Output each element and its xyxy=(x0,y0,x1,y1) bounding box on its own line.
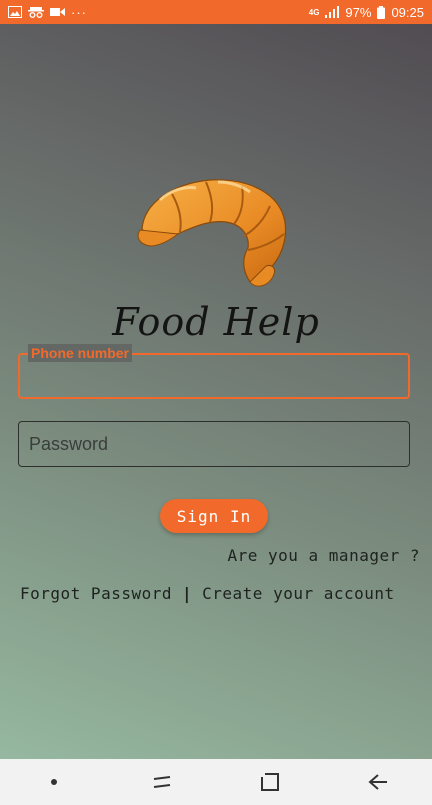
signal-icon xyxy=(325,6,340,18)
clock: 09:25 xyxy=(391,4,424,20)
recents-icon[interactable] xyxy=(132,759,192,805)
password-field[interactable] xyxy=(18,421,410,467)
app-brand-title: Food Help xyxy=(112,300,320,344)
password-input[interactable] xyxy=(19,422,409,466)
network-type: 4G xyxy=(308,7,320,17)
account-links: Forgot Password | Create your account xyxy=(20,584,395,603)
status-bar: ··· 4G 97% 09:25 xyxy=(0,0,432,24)
battery-percent: 97% xyxy=(345,4,372,20)
forgot-password-link[interactable]: Forgot Password xyxy=(20,584,172,603)
status-right: 4G 97% 09:25 xyxy=(309,5,432,20)
link-separator: | xyxy=(182,584,193,603)
login-screen: Food Help Phone number Sign In Are you a… xyxy=(0,24,432,759)
image-icon xyxy=(8,6,22,18)
sign-in-button[interactable]: Sign In xyxy=(160,499,268,533)
home-icon[interactable] xyxy=(240,759,300,805)
croissant-icon xyxy=(130,174,300,294)
create-account-link[interactable]: Create your account xyxy=(202,584,395,603)
manager-link[interactable]: Are you a manager ? xyxy=(227,546,420,565)
incognito-icon xyxy=(28,6,44,18)
more-notifications: ··· xyxy=(71,4,87,20)
battery-icon xyxy=(377,5,386,19)
status-left: ··· xyxy=(0,5,87,20)
phone-number-input[interactable] xyxy=(20,355,408,397)
phone-number-field[interactable]: Phone number xyxy=(18,344,410,399)
video-icon xyxy=(50,7,65,17)
dot-icon[interactable] xyxy=(24,759,84,805)
navigation-bar xyxy=(0,759,432,805)
back-icon[interactable] xyxy=(348,759,408,805)
